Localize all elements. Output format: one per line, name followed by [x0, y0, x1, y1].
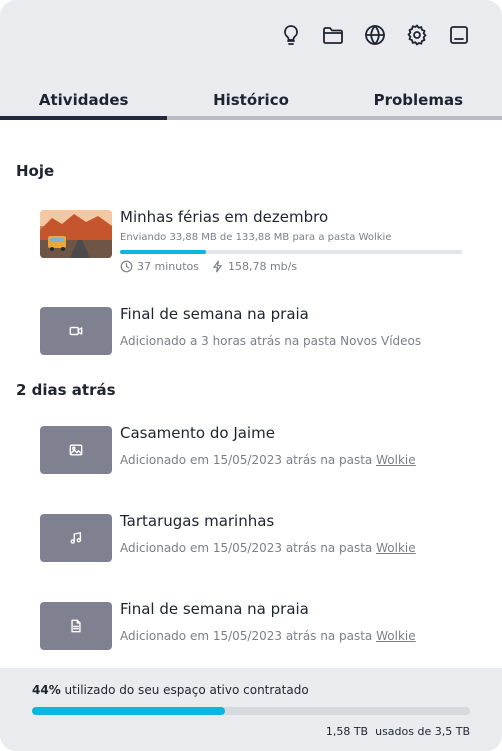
- storage-usage-text: 44% utilizado do seu espaço ativo contra…: [32, 683, 309, 697]
- tab-historico[interactable]: Histórico: [167, 88, 335, 120]
- lightning-icon: [213, 260, 222, 273]
- item-title: Final de semana na praia: [120, 305, 309, 323]
- list-item[interactable]: Final de semana na praia Adicionado em 1…: [40, 600, 480, 662]
- storage-usage-fill: [32, 707, 225, 715]
- image-thumbnail: [40, 426, 112, 474]
- folder-link[interactable]: Wolkie: [376, 629, 416, 643]
- folder-icon[interactable]: [320, 22, 346, 48]
- tab-problemas[interactable]: Problemas: [334, 88, 502, 120]
- item-title: Tartarugas marinhas: [120, 512, 275, 530]
- globe-icon[interactable]: [362, 22, 388, 48]
- item-title: Casamento do Jaime: [120, 424, 275, 442]
- upload-speed: 158,78 mb/s: [211, 260, 297, 273]
- storage-total: usados de 3,5 TB: [368, 725, 470, 738]
- list-item[interactable]: Final de semana na praia Adicionado a 3 …: [40, 305, 480, 367]
- folder-link[interactable]: Wolkie: [376, 541, 416, 555]
- tab-bar: Atividades Histórico Problemas: [0, 88, 502, 120]
- storage-percent: 44%: [32, 683, 61, 697]
- section-two-days-ago: 2 dias atrás: [16, 381, 116, 399]
- document-thumbnail: [40, 602, 112, 650]
- list-item[interactable]: Casamento do Jaime Adicionado em 15/05/2…: [40, 424, 480, 486]
- item-subtitle-text: Adicionado em 15/05/2023 atrás na pasta: [120, 541, 377, 555]
- clock-icon: [120, 260, 133, 273]
- upload-progress-fill: [120, 250, 206, 254]
- gear-icon[interactable]: [404, 22, 430, 48]
- document-icon: [71, 619, 81, 633]
- lightbulb-icon[interactable]: [278, 22, 304, 48]
- item-subtitle-text: Adicionado em 15/05/2023 atrás na pasta: [120, 629, 377, 643]
- folder-link[interactable]: Wolkie: [376, 453, 416, 467]
- storage-usage-bar: [32, 707, 470, 715]
- upload-progress-bar: [120, 250, 462, 254]
- item-subtitle: Adicionado em 15/05/2023 atrás na pasta …: [120, 629, 416, 643]
- time-left: 37 minutos: [120, 260, 199, 273]
- upload-stats: 37 minutos 158,78 mb/s: [120, 260, 297, 273]
- video-thumbnail: [40, 307, 112, 355]
- storage-usage-detail: 1,58 TB usados de 3,5 TB: [326, 725, 470, 738]
- time-left-value: 37 minutos: [137, 260, 199, 273]
- storage-used: 1,58 TB: [325, 725, 369, 738]
- item-subtitle: Enviando 33,88 MB de 133,88 MB para a pa…: [120, 232, 392, 243]
- tab-atividades[interactable]: Atividades: [0, 88, 168, 120]
- section-today: Hoje: [16, 162, 55, 180]
- item-subtitle: Adicionado em 15/05/2023 atrás na pasta …: [120, 453, 416, 467]
- activity-window: Atividades Histórico Problemas Hoje Minh…: [0, 0, 502, 751]
- item-subtitle-text: Adicionado em 15/05/2023 atrás na pasta: [120, 453, 377, 467]
- video-icon: [69, 326, 83, 336]
- item-title: Final de semana na praia: [120, 600, 309, 618]
- upload-speed-value: 158,78 mb/s: [227, 260, 298, 273]
- list-item[interactable]: Tartarugas marinhas Adicionado em 15/05/…: [40, 512, 480, 574]
- panel-icon[interactable]: [446, 22, 472, 48]
- item-subtitle: Adicionado em 15/05/2023 atrás na pasta …: [120, 541, 416, 555]
- item-subtitle: Adicionado a 3 horas atrás na pasta Novo…: [120, 334, 422, 348]
- storage-usage-label: utilizado do seu espaço ativo contratado: [60, 683, 309, 697]
- storage-footer: 44% utilizado do seu espaço ativo contra…: [0, 668, 502, 751]
- audio-thumbnail: [40, 514, 112, 562]
- activity-list: Hoje Minhas férias em dezembro Enviando …: [0, 120, 502, 668]
- image-icon: [69, 444, 83, 456]
- list-item[interactable]: Minhas férias em dezembro Enviando 33,88…: [40, 208, 480, 280]
- item-title: Minhas férias em dezembro: [120, 208, 329, 226]
- photo-thumbnail: [40, 210, 112, 258]
- music-icon: [70, 532, 82, 544]
- toolbar: [278, 22, 472, 48]
